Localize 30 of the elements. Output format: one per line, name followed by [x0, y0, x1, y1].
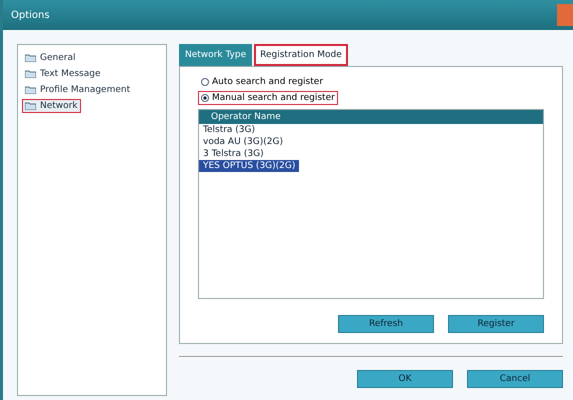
tab[interactable]: Registration Mode — [254, 44, 348, 66]
tree-item-label: General — [40, 53, 76, 63]
list-row[interactable]: 3 Telstra (3G) — [199, 148, 268, 160]
tree-item-label: Network — [40, 101, 78, 111]
tree-item-label: Profile Management — [40, 85, 130, 95]
tree-item-label: Text Message — [40, 69, 101, 79]
folder-icon — [25, 70, 36, 78]
radio-option[interactable]: Auto search and register — [198, 75, 326, 89]
window-title: Options — [11, 10, 50, 20]
folder-icon — [25, 54, 36, 62]
list-row[interactable]: Telstra (3G) — [199, 124, 260, 136]
radio-label: Auto search and register — [212, 77, 324, 87]
tree-item[interactable]: General — [22, 51, 78, 65]
column-header: Operator Name — [199, 110, 543, 124]
tree-item[interactable]: Network — [22, 99, 81, 113]
panel-button[interactable]: Register — [448, 315, 544, 333]
tree-item[interactable]: Profile Management — [22, 83, 134, 97]
radio-button[interactable] — [201, 94, 209, 102]
dialog-button[interactable]: Cancel — [467, 370, 563, 388]
tab[interactable]: Network Type — [179, 44, 252, 66]
radio-option[interactable]: Manual search and register — [198, 91, 338, 105]
list-row[interactable]: YES OPTUS (3G)(2G) — [199, 160, 300, 172]
folder-icon — [25, 102, 36, 110]
list-row[interactable]: voda AU (3G)(2G) — [199, 136, 287, 148]
folder-icon — [25, 86, 36, 94]
tree-item[interactable]: Text Message — [22, 67, 104, 81]
radio-button[interactable] — [201, 78, 209, 86]
radio-label: Manual search and register — [212, 93, 335, 103]
panel-button[interactable]: Refresh — [338, 315, 434, 333]
dialog-button[interactable]: OK — [357, 370, 453, 388]
